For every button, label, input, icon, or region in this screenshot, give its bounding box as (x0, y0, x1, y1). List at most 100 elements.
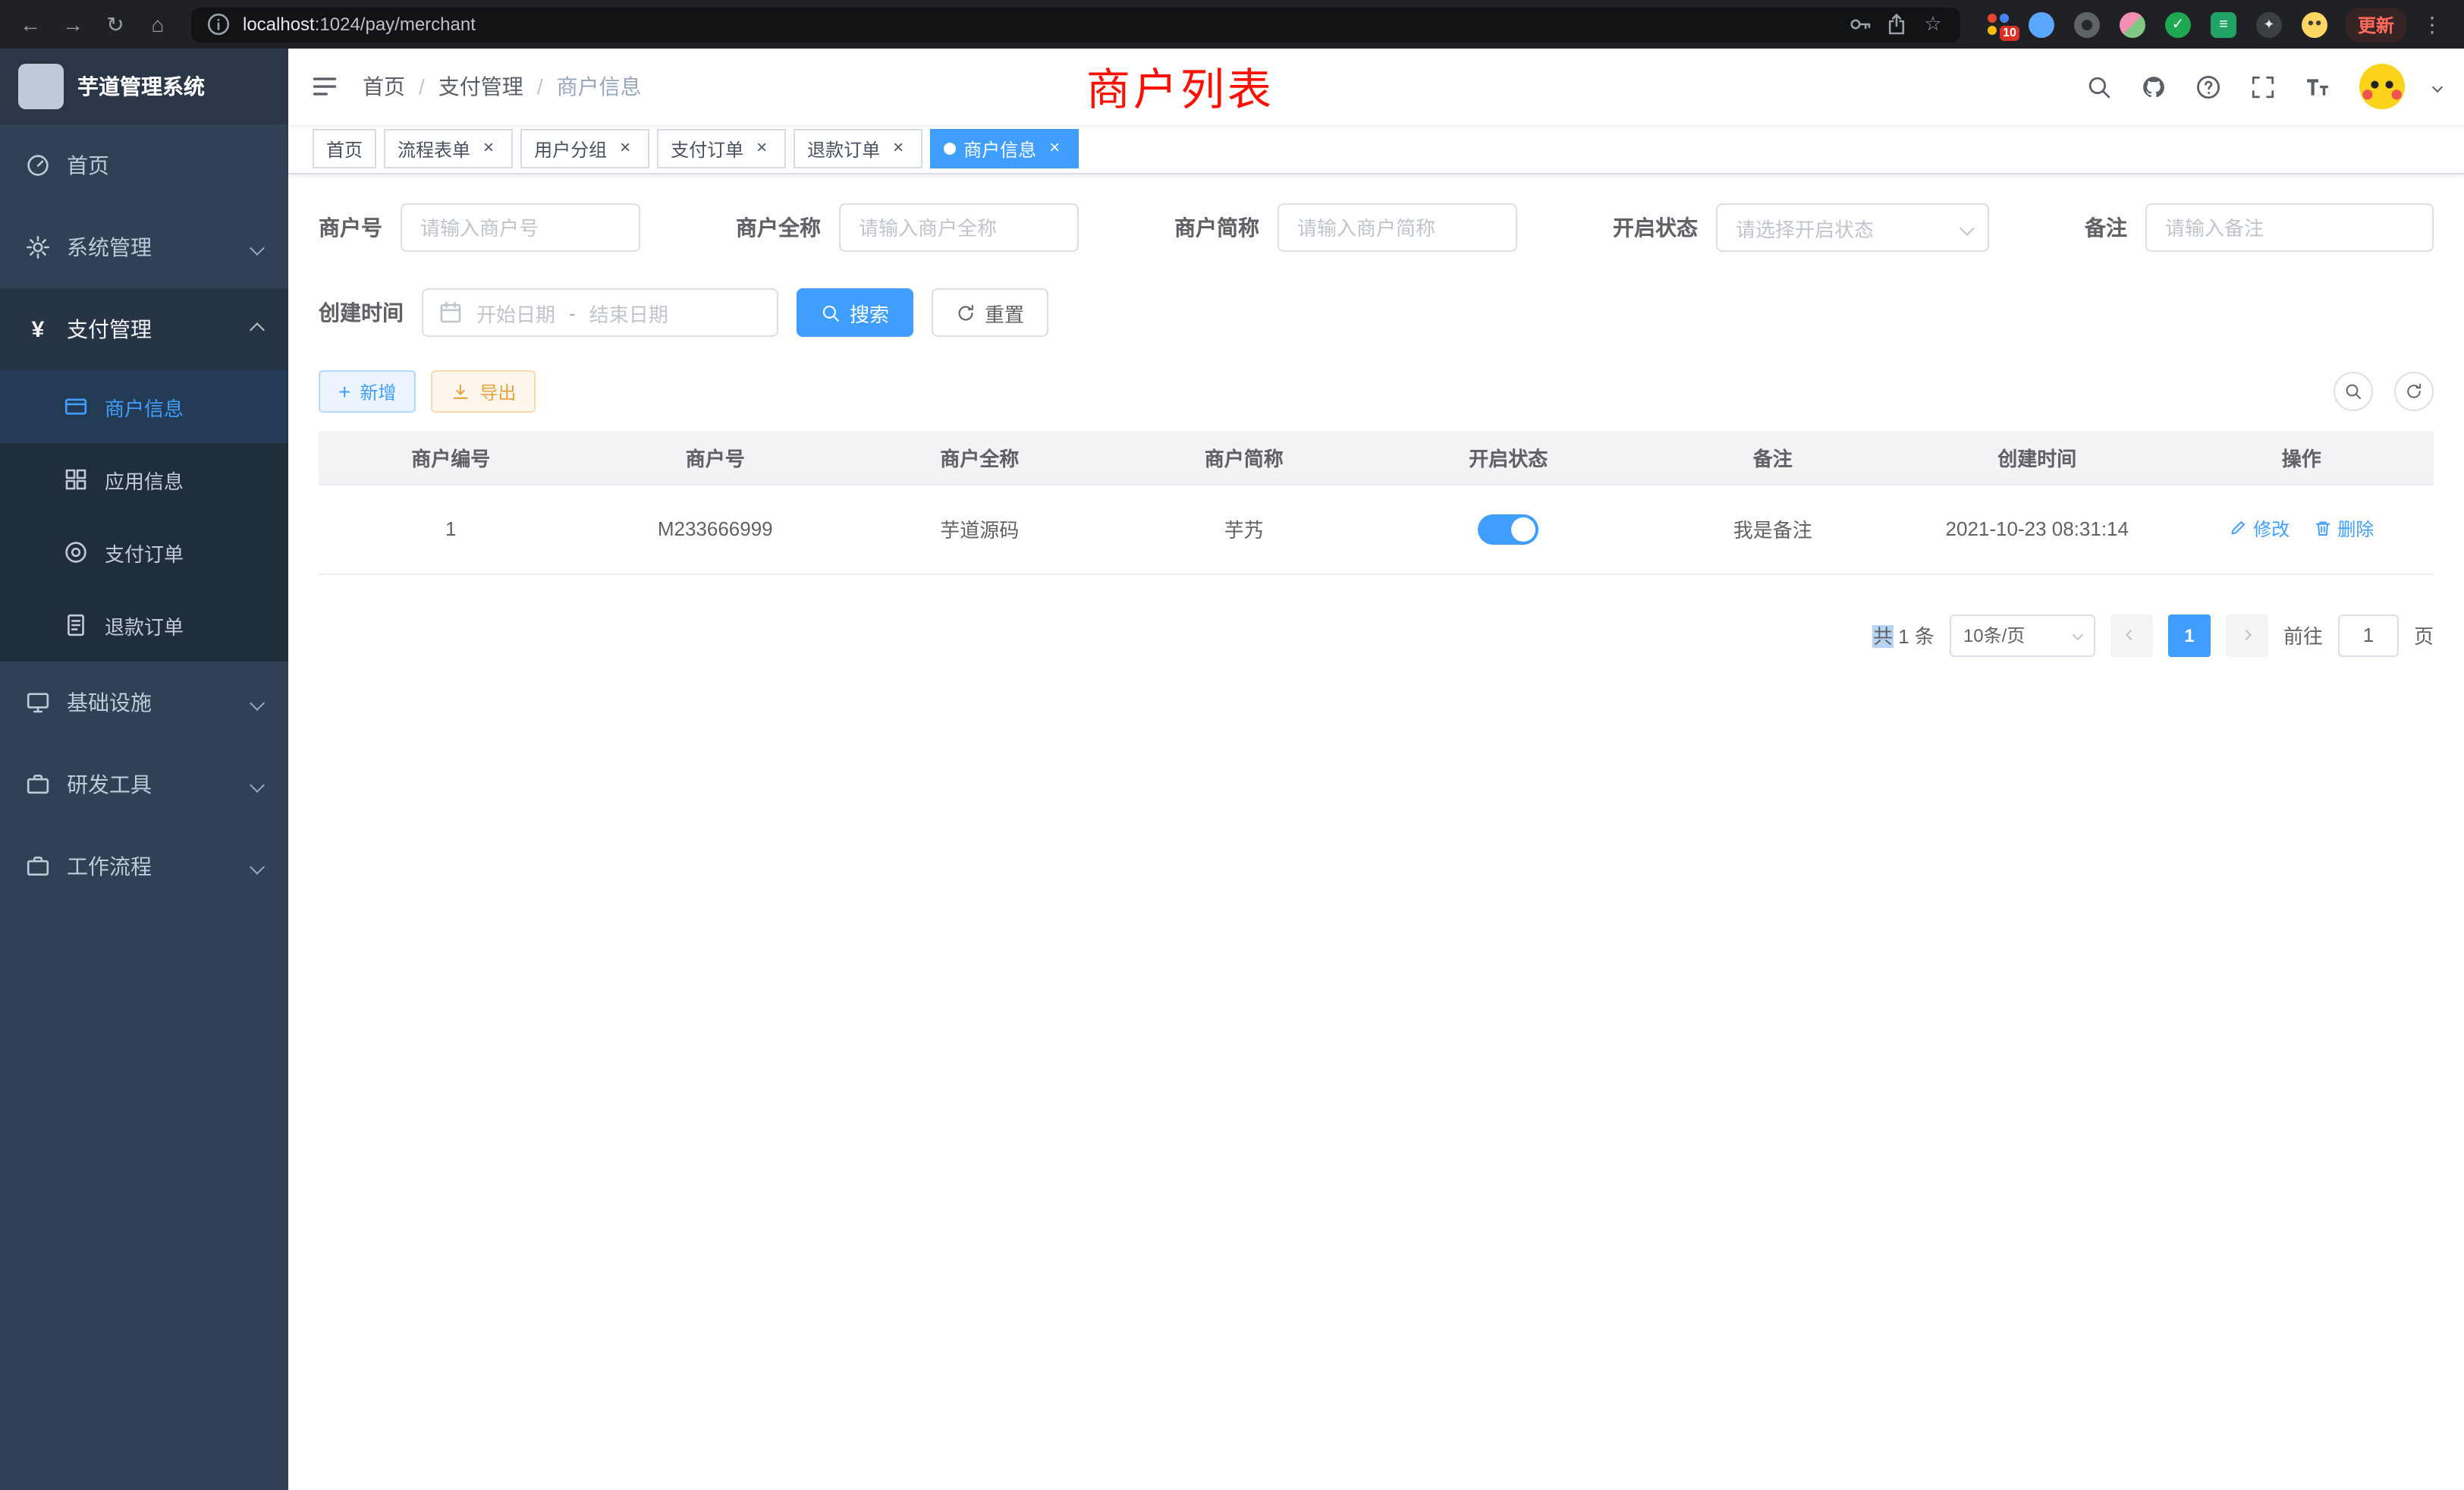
app-logo[interactable]: 芋道管理系统 (0, 49, 288, 124)
prev-page-button[interactable] (2110, 614, 2153, 656)
search-button[interactable]: 搜索 (797, 288, 913, 337)
sidebar-item-pay-order[interactable]: 支付订单 (0, 516, 288, 589)
sidebar-item-label: 基础设施 (67, 687, 152, 718)
url-bar[interactable]: localhost:1024/pay/merchant ☆ (191, 7, 1960, 42)
browser-update-button[interactable]: 更新 (2346, 7, 2406, 42)
extension-icon[interactable] (2120, 11, 2145, 37)
extension-icon[interactable] (2074, 11, 2100, 37)
status-label: 开启状态 (1613, 212, 1698, 243)
tab-merchant-info[interactable]: 商户信息 (930, 129, 1079, 168)
sidebar-item-label: 工作流程 (67, 851, 152, 882)
extension-icon[interactable] (2256, 11, 2282, 37)
tab-label: 首页 (326, 136, 363, 162)
create-time-range-picker[interactable]: 开始日期 - 结束日期 (422, 288, 778, 337)
tab-process-form[interactable]: 流程表单 (384, 129, 513, 168)
sidebar-item-home[interactable]: 首页 (0, 124, 288, 206)
search-form-row-1: 商户号 商户全称 商户简称 开启状态 请选择开启状态 (319, 203, 2434, 252)
right-toolbar (2334, 372, 2434, 411)
sidebar-item-refund-order[interactable]: 退款订单 (0, 589, 288, 662)
github-icon[interactable] (2141, 74, 2167, 99)
sidebar-menu: 首页 系统管理 ¥ 支付管理 (0, 124, 288, 907)
help-icon[interactable] (2195, 74, 2221, 99)
rabbit-logo-icon (18, 64, 64, 109)
sidebar-item-label: 首页 (67, 150, 109, 181)
export-button[interactable]: 导出 (431, 370, 536, 413)
document-icon (64, 613, 88, 637)
col-header-full-name: 商户全称 (847, 431, 1112, 484)
extension-icon[interactable] (2165, 11, 2191, 37)
extension-icon[interactable] (2211, 11, 2236, 37)
chevron-up-icon (250, 322, 265, 337)
full-name-input[interactable] (839, 203, 1079, 252)
extension-icon[interactable]: 10 (1988, 14, 2009, 35)
chevron-down-icon[interactable] (2432, 81, 2443, 92)
close-icon[interactable] (1044, 138, 1065, 159)
sidebar-item-devtools[interactable]: 研发工具 (0, 743, 288, 825)
tab-refund-order[interactable]: 退款订单 (794, 129, 922, 168)
site-info-icon[interactable] (206, 12, 231, 36)
back-icon[interactable]: ← (12, 6, 49, 42)
extension-icon[interactable] (2029, 11, 2054, 37)
extension-icon[interactable] (2302, 11, 2327, 37)
reset-button[interactable]: 重置 (932, 288, 1048, 337)
chevron-down-icon (250, 777, 265, 792)
browser-menu-icon[interactable]: ⋮ (2412, 11, 2452, 37)
home-icon[interactable]: ⌂ (140, 6, 176, 42)
merchant-no-label: 商户号 (319, 212, 382, 243)
search-icon[interactable] (2086, 74, 2112, 99)
briefcase-icon (26, 772, 50, 797)
next-page-button[interactable] (2226, 614, 2268, 656)
search-icon (821, 303, 841, 322)
share-icon[interactable] (1884, 12, 1909, 36)
tab-user-group[interactable]: 用户分组 (520, 129, 649, 168)
edit-link[interactable]: 修改 (2229, 516, 2290, 542)
add-button[interactable]: + 新增 (319, 370, 416, 413)
sidebar-item-label: 支付管理 (67, 314, 152, 344)
password-key-icon[interactable] (1848, 12, 1872, 36)
col-header-remark: 备注 (1641, 431, 1906, 484)
sidebar-item-label: 退款订单 (105, 611, 184, 640)
close-icon[interactable] (478, 138, 499, 159)
chevron-down-icon (2073, 630, 2083, 640)
page-button-1[interactable]: 1 (2168, 614, 2211, 656)
toggle-search-button[interactable] (2334, 372, 2373, 411)
fullscreen-icon[interactable] (2250, 74, 2276, 99)
tab-pay-order[interactable]: 支付订单 (657, 129, 786, 168)
status-select[interactable]: 请选择开启状态 (1716, 203, 1989, 252)
sidebar-item-workflow[interactable]: 工作流程 (0, 825, 288, 907)
breadcrumb-home[interactable]: 首页 (363, 71, 405, 102)
forward-icon[interactable]: → (55, 6, 91, 42)
delete-link[interactable]: 删除 (2313, 516, 2374, 542)
tab-label: 支付订单 (671, 136, 743, 162)
goto-page-input[interactable] (2338, 614, 2399, 656)
font-size-icon[interactable] (2305, 74, 2330, 99)
bookmark-star-icon[interactable]: ☆ (1921, 12, 1945, 36)
dashboard-icon (26, 153, 50, 178)
chevron-down-icon (250, 695, 265, 710)
close-icon[interactable] (614, 138, 636, 159)
cell-short-name: 芋艿 (1112, 484, 1377, 574)
sidebar-item-label: 支付订单 (105, 538, 184, 567)
sidebar-item-system[interactable]: 系统管理 (0, 206, 288, 288)
calendar-icon (438, 300, 463, 325)
sidebar-item-app-info[interactable]: 应用信息 (0, 443, 288, 516)
remark-input[interactable] (2145, 203, 2434, 252)
page-size-select[interactable]: 10条/页 (1950, 614, 2095, 656)
reload-icon[interactable]: ↻ (97, 6, 134, 42)
close-icon[interactable] (888, 138, 909, 159)
download-icon (451, 382, 470, 401)
tab-home[interactable]: 首页 (313, 129, 376, 168)
refresh-table-button[interactable] (2394, 372, 2434, 411)
merchant-no-input[interactable] (401, 203, 640, 252)
hamburger-icon[interactable] (311, 73, 338, 100)
user-avatar[interactable] (2359, 64, 2405, 109)
breadcrumb-payment[interactable]: 支付管理 (438, 71, 523, 102)
close-icon[interactable] (751, 138, 772, 159)
sidebar-item-infrastructure[interactable]: 基础设施 (0, 662, 288, 743)
end-date-placeholder: 结束日期 (589, 298, 668, 327)
sidebar-item-payment[interactable]: ¥ 支付管理 (0, 288, 288, 370)
table-toolbar: + 新增 导出 (319, 370, 2434, 413)
short-name-input[interactable] (1278, 203, 1517, 252)
sidebar-item-merchant-info[interactable]: 商户信息 (0, 370, 288, 443)
status-toggle[interactable] (1478, 514, 1538, 544)
